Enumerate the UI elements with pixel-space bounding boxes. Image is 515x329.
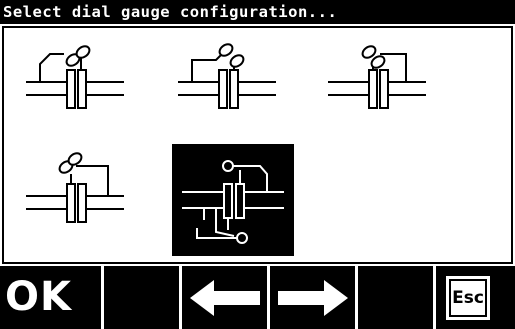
dial-gauge-config-2-icon <box>178 43 276 109</box>
left-arrow-icon <box>190 280 260 316</box>
dial-gauge-config-1-icon <box>26 45 124 109</box>
config-option-3[interactable] <box>314 32 436 144</box>
ok-label: OK <box>5 274 72 320</box>
config-option-4[interactable] <box>12 146 134 258</box>
right-arrow-icon <box>278 280 348 316</box>
dial-gauge-config-4-icon <box>26 152 124 223</box>
right-arrow-button[interactable] <box>270 266 358 329</box>
screen-title: Select dial gauge configuration... <box>0 0 515 24</box>
blank-softkey-2[interactable] <box>358 266 436 329</box>
esc-label: Esc <box>446 276 490 320</box>
config-option-5[interactable] <box>172 144 294 256</box>
softkey-bar: OK Esc <box>0 266 515 329</box>
esc-button[interactable]: Esc <box>436 266 515 329</box>
blank-softkey-1[interactable] <box>104 266 182 329</box>
dial-gauge-config-5-icon <box>182 160 284 244</box>
dial-gauge-config-3-icon <box>328 45 426 109</box>
dial-gauge-config-screen: Select dial gauge configuration... OK Es… <box>0 0 515 329</box>
ok-button[interactable]: OK <box>0 266 104 329</box>
config-option-1[interactable] <box>12 32 134 144</box>
config-option-2[interactable] <box>164 32 286 144</box>
configuration-grid <box>2 26 513 264</box>
left-arrow-button[interactable] <box>182 266 270 329</box>
